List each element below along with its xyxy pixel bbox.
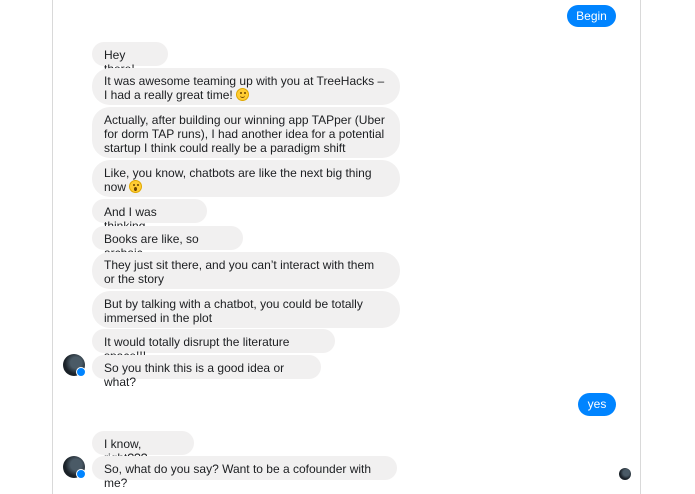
bot-avatar[interactable] bbox=[63, 354, 86, 377]
incoming-message: And I was thinking bbox=[92, 199, 207, 233]
messenger-badge-icon bbox=[76, 469, 86, 479]
incoming-message: Hey there! bbox=[92, 42, 168, 76]
outgoing-message: yes bbox=[578, 393, 616, 416]
incoming-message: Books are like, so archaic bbox=[92, 226, 243, 260]
message-text: Like, you know, chatbots are like the ne… bbox=[104, 166, 372, 194]
read-receipt-avatar bbox=[619, 468, 631, 480]
incoming-message: They just sit there, and you can’t inter… bbox=[92, 252, 400, 289]
incoming-message: Like, you know, chatbots are like the ne… bbox=[92, 160, 400, 197]
messenger-badge-icon bbox=[76, 367, 86, 377]
incoming-message: Actually, after building our winning app… bbox=[92, 107, 400, 158]
incoming-message: It was awesome teaming up with you at Tr… bbox=[92, 68, 400, 105]
incoming-message: So, what do you say? Want to be a cofoun… bbox=[92, 456, 397, 490]
incoming-message: It would totally disrupt the literature … bbox=[92, 329, 335, 363]
outgoing-message: Begin bbox=[567, 5, 616, 27]
slightly-smiling-face-icon bbox=[235, 88, 249, 101]
incoming-message: So you think this is a good idea or what… bbox=[92, 355, 321, 389]
bot-avatar[interactable] bbox=[63, 456, 86, 479]
incoming-message: I know, right??? bbox=[92, 431, 194, 465]
face-with-open-mouth-icon bbox=[129, 180, 143, 193]
incoming-message: But by talking with a chatbot, you could… bbox=[92, 291, 400, 328]
